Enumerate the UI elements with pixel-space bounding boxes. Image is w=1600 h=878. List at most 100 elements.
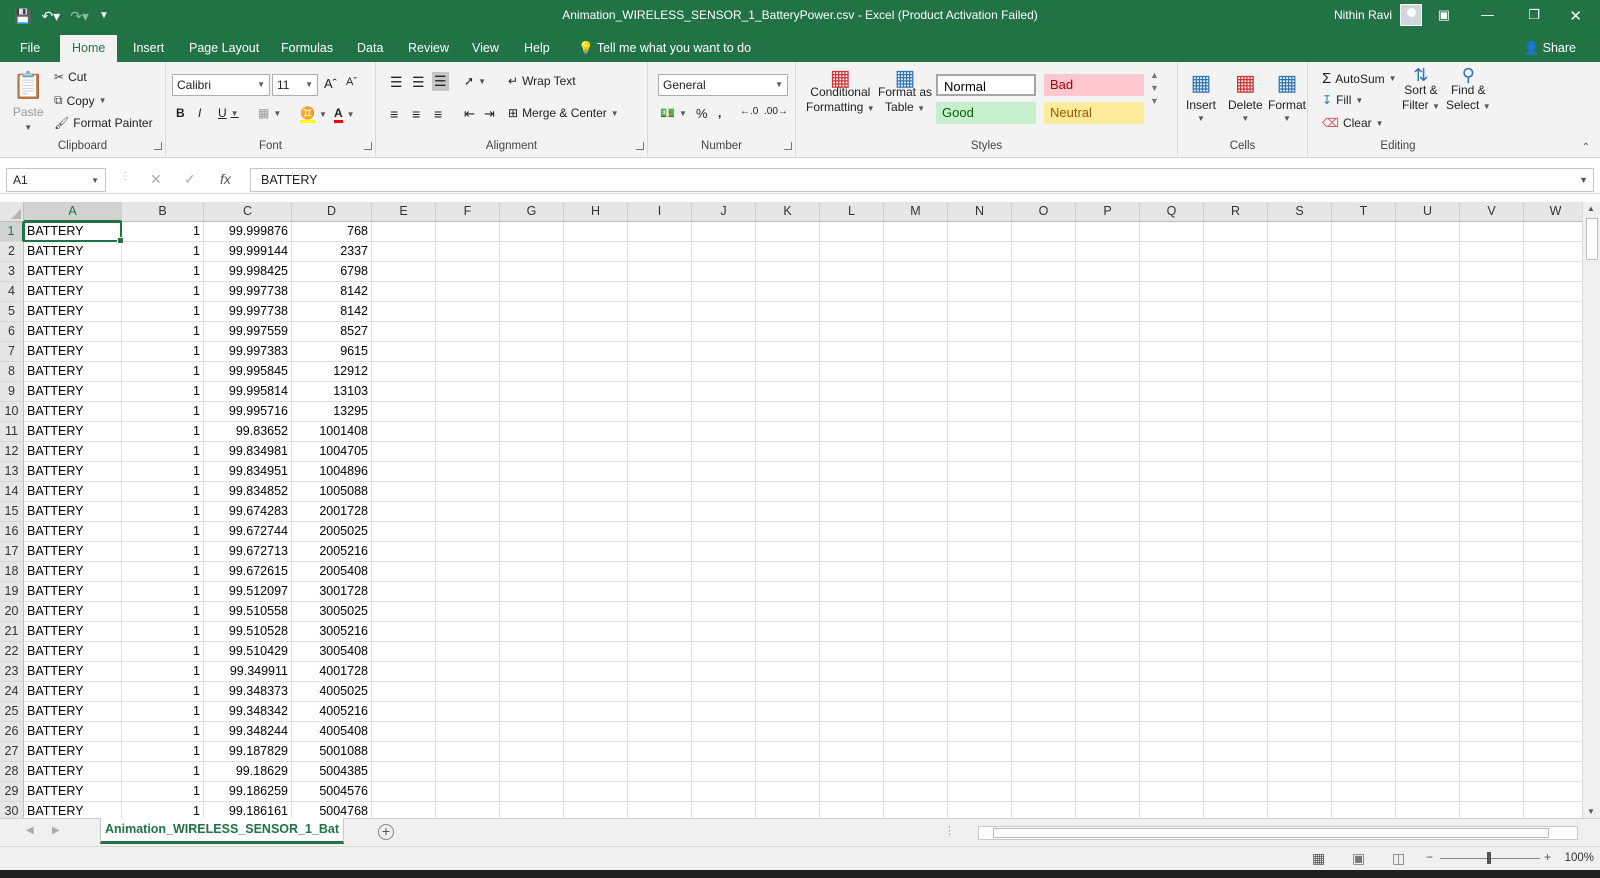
cell-b29[interactable]: 1 <box>122 782 204 802</box>
cell-i3[interactable] <box>628 262 692 282</box>
cell-o13[interactable] <box>1012 462 1076 482</box>
cell-v19[interactable] <box>1460 582 1524 602</box>
cell-q22[interactable] <box>1140 642 1204 662</box>
cell-t14[interactable] <box>1332 482 1396 502</box>
cell-j21[interactable] <box>692 622 756 642</box>
cell-o12[interactable] <box>1012 442 1076 462</box>
fill-color-button[interactable]: ♊ ▼ <box>300 106 327 123</box>
cell-a27[interactable]: BATTERY <box>24 742 122 762</box>
cell-b8[interactable]: 1 <box>122 362 204 382</box>
cell-u25[interactable] <box>1396 702 1460 722</box>
cell-p17[interactable] <box>1076 542 1140 562</box>
cell-d17[interactable]: 2005216 <box>292 542 372 562</box>
cell-m3[interactable] <box>884 262 948 282</box>
cell-u12[interactable] <box>1396 442 1460 462</box>
cell-q30[interactable] <box>1140 802 1204 818</box>
cell-m2[interactable] <box>884 242 948 262</box>
underline-button[interactable]: U ▼ <box>218 106 239 120</box>
cell-w27[interactable] <box>1524 742 1582 762</box>
cell-k14[interactable] <box>756 482 820 502</box>
column-header-w[interactable]: W <box>1524 202 1582 222</box>
column-header-t[interactable]: T <box>1332 202 1396 222</box>
column-header-j[interactable]: J <box>692 202 756 222</box>
row-header[interactable]: 22 <box>0 642 24 662</box>
cell-f3[interactable] <box>436 262 500 282</box>
cell-d27[interactable]: 5001088 <box>292 742 372 762</box>
minimize-icon[interactable]: — <box>1481 7 1494 22</box>
cancel-entry-icon[interactable]: ✕ <box>150 171 162 188</box>
styles-gallery-scroll[interactable]: ▲ ▼ ▼ <box>1150 70 1159 106</box>
cell-r11[interactable] <box>1204 422 1268 442</box>
cell-l26[interactable] <box>820 722 884 742</box>
cell-w11[interactable] <box>1524 422 1582 442</box>
cell-t19[interactable] <box>1332 582 1396 602</box>
cell-f1[interactable] <box>436 222 500 242</box>
cell-p20[interactable] <box>1076 602 1140 622</box>
cell-e28[interactable] <box>372 762 436 782</box>
cell-i6[interactable] <box>628 322 692 342</box>
column-header-n[interactable]: N <box>948 202 1012 222</box>
cell-v6[interactable] <box>1460 322 1524 342</box>
decrease-font-size-button[interactable]: Aˇ <box>346 76 357 88</box>
cell-d26[interactable]: 4005408 <box>292 722 372 742</box>
cell-p12[interactable] <box>1076 442 1140 462</box>
cell-k12[interactable] <box>756 442 820 462</box>
cell-m15[interactable] <box>884 502 948 522</box>
cell-r22[interactable] <box>1204 642 1268 662</box>
cell-s1[interactable] <box>1268 222 1332 242</box>
cell-n17[interactable] <box>948 542 1012 562</box>
cell-u17[interactable] <box>1396 542 1460 562</box>
cell-g9[interactable] <box>500 382 564 402</box>
cell-d19[interactable]: 3001728 <box>292 582 372 602</box>
middle-align-button[interactable]: ☰ <box>412 74 425 91</box>
cell-k11[interactable] <box>756 422 820 442</box>
row-header[interactable]: 23 <box>0 662 24 682</box>
cell-b1[interactable]: 1 <box>122 222 204 242</box>
cell-p25[interactable] <box>1076 702 1140 722</box>
cell-u29[interactable] <box>1396 782 1460 802</box>
column-header-a[interactable]: A <box>24 202 122 222</box>
cut-button[interactable]: ✂ Cut <box>54 70 87 84</box>
cell-i18[interactable] <box>628 562 692 582</box>
cell-w2[interactable] <box>1524 242 1582 262</box>
cell-m18[interactable] <box>884 562 948 582</box>
cell-p23[interactable] <box>1076 662 1140 682</box>
cell-d1[interactable]: 768 <box>292 222 372 242</box>
cell-s2[interactable] <box>1268 242 1332 262</box>
cell-e15[interactable] <box>372 502 436 522</box>
cell-n4[interactable] <box>948 282 1012 302</box>
cell-k22[interactable] <box>756 642 820 662</box>
cell-q3[interactable] <box>1140 262 1204 282</box>
cell-n16[interactable] <box>948 522 1012 542</box>
cell-e19[interactable] <box>372 582 436 602</box>
cell-s20[interactable] <box>1268 602 1332 622</box>
cell-c20[interactable]: 99.510558 <box>204 602 292 622</box>
cell-q25[interactable] <box>1140 702 1204 722</box>
cell-b16[interactable]: 1 <box>122 522 204 542</box>
cell-o11[interactable] <box>1012 422 1076 442</box>
cell-p14[interactable] <box>1076 482 1140 502</box>
row-header[interactable]: 28 <box>0 762 24 782</box>
cell-p8[interactable] <box>1076 362 1140 382</box>
cell-a2[interactable]: BATTERY <box>24 242 122 262</box>
cell-j15[interactable] <box>692 502 756 522</box>
cell-g25[interactable] <box>500 702 564 722</box>
cell-m11[interactable] <box>884 422 948 442</box>
cell-a18[interactable]: BATTERY <box>24 562 122 582</box>
cell-j28[interactable] <box>692 762 756 782</box>
cell-f4[interactable] <box>436 282 500 302</box>
align-right-button[interactable]: ≡ <box>434 106 442 122</box>
cell-i8[interactable] <box>628 362 692 382</box>
cell-d12[interactable]: 1004705 <box>292 442 372 462</box>
cell-b15[interactable]: 1 <box>122 502 204 522</box>
cell-e29[interactable] <box>372 782 436 802</box>
cell-e26[interactable] <box>372 722 436 742</box>
cell-a1[interactable]: BATTERY <box>24 222 122 242</box>
cell-v17[interactable] <box>1460 542 1524 562</box>
cell-p18[interactable] <box>1076 562 1140 582</box>
cell-s24[interactable] <box>1268 682 1332 702</box>
cell-c22[interactable]: 99.510429 <box>204 642 292 662</box>
row-header[interactable]: 5 <box>0 302 24 322</box>
cell-c17[interactable]: 99.672713 <box>204 542 292 562</box>
cell-j6[interactable] <box>692 322 756 342</box>
